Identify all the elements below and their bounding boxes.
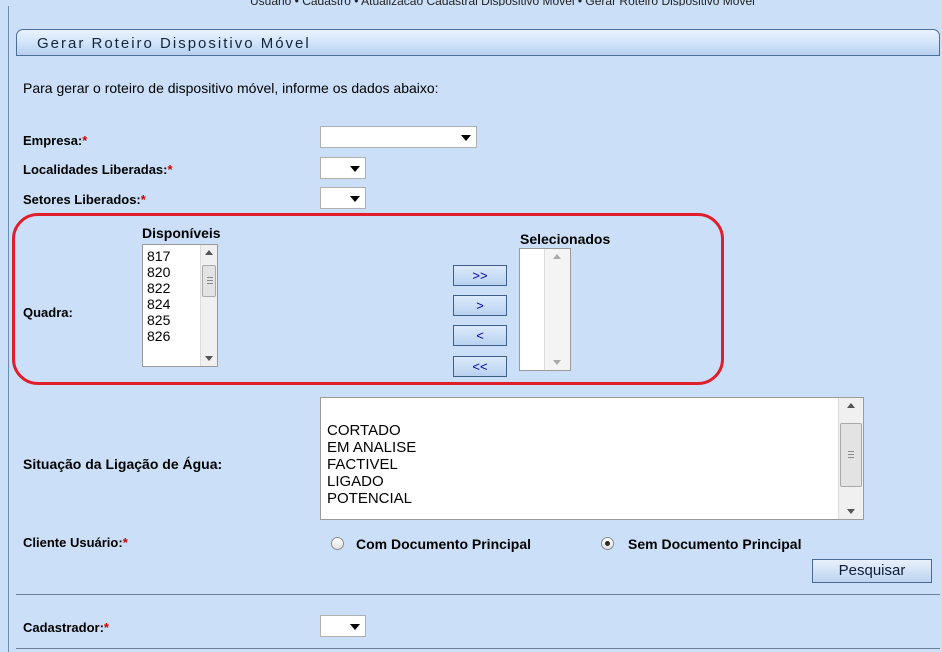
list-item[interactable]: POTENCIAL xyxy=(321,490,863,507)
cadastrador-label-text: Cadastrador: xyxy=(23,620,104,635)
selecionados-label: Selecionados xyxy=(520,231,611,247)
scroll-up-icon[interactable] xyxy=(205,250,213,255)
required-mark: * xyxy=(140,192,146,207)
situacao-listbox[interactable]: CORTADO EM ANALISE FACTIVEL LIGADO POTEN… xyxy=(320,397,864,520)
cadastrador-label: Cadastrador:* xyxy=(23,620,109,635)
com-documento-radio[interactable] xyxy=(331,537,344,550)
divider xyxy=(16,594,940,595)
empresa-label: Empresa:* xyxy=(23,133,87,148)
list-item[interactable]: LIGADO xyxy=(321,473,863,490)
required-mark: * xyxy=(167,162,173,177)
page-title: Gerar Roteiro Dispositivo Móvel xyxy=(37,35,311,52)
chevron-down-icon xyxy=(350,624,360,630)
remove-selected-button[interactable]: < xyxy=(453,325,507,346)
localidades-select[interactable] xyxy=(320,157,366,179)
cliente-label-text: Cliente Usuário: xyxy=(23,535,123,550)
empresa-select[interactable] xyxy=(320,126,477,148)
scrollbar[interactable] xyxy=(838,398,863,519)
required-mark: * xyxy=(122,535,128,550)
disponiveis-label: Disponíveis xyxy=(142,225,221,241)
scrollbar[interactable] xyxy=(544,249,570,370)
scroll-down-icon[interactable] xyxy=(847,509,855,514)
setores-label: Setores Liberados:* xyxy=(23,192,146,207)
scroll-thumb[interactable] xyxy=(202,265,216,297)
setores-select[interactable] xyxy=(320,187,366,209)
setores-label-text: Setores Liberados: xyxy=(23,192,141,207)
sem-documento-radio[interactable] xyxy=(601,537,614,550)
list-item[interactable]: FACTIVEL xyxy=(321,456,863,473)
cliente-label: Cliente Usuário:* xyxy=(23,535,128,550)
panel-header: Gerar Roteiro Dispositivo Móvel xyxy=(16,29,940,56)
disponiveis-listbox[interactable]: 817 820 822 824 825 826 xyxy=(142,244,218,367)
empresa-label-text: Empresa: xyxy=(23,133,83,148)
chevron-down-icon xyxy=(350,196,360,202)
chevron-down-icon xyxy=(461,135,471,141)
scroll-thumb[interactable] xyxy=(840,423,862,487)
scroll-up-icon[interactable] xyxy=(553,254,561,259)
selecionados-listbox[interactable] xyxy=(519,248,571,371)
situacao-label: Situação da Ligação de Água: xyxy=(23,456,223,472)
intro-text: Para gerar o roteiro de dispositivo móve… xyxy=(23,80,439,96)
com-documento-label[interactable]: Com Documento Principal xyxy=(356,536,531,552)
required-mark: * xyxy=(82,133,88,148)
localidades-label: Localidades Liberadas:* xyxy=(23,162,173,177)
highlight-annotation xyxy=(12,213,724,385)
divider xyxy=(16,648,940,649)
add-selected-button[interactable]: > xyxy=(453,295,507,316)
sem-documento-label[interactable]: Sem Documento Principal xyxy=(628,536,801,552)
remove-all-button[interactable]: << xyxy=(453,356,507,377)
pesquisar-button[interactable]: Pesquisar xyxy=(812,559,932,583)
add-all-button[interactable]: >> xyxy=(453,265,507,286)
scrollbar[interactable] xyxy=(200,245,217,366)
scroll-up-icon[interactable] xyxy=(847,403,855,408)
list-item[interactable]: EM ANALISE xyxy=(321,439,863,456)
localidades-label-text: Localidades Liberadas: xyxy=(23,162,168,177)
scroll-down-icon[interactable] xyxy=(553,360,561,365)
chevron-down-icon xyxy=(350,166,360,172)
cadastrador-select[interactable] xyxy=(320,615,366,637)
required-mark: * xyxy=(103,620,109,635)
scroll-down-icon[interactable] xyxy=(205,356,213,361)
quadra-label: Quadra: xyxy=(23,305,73,320)
list-item[interactable]: CORTADO xyxy=(321,422,863,439)
